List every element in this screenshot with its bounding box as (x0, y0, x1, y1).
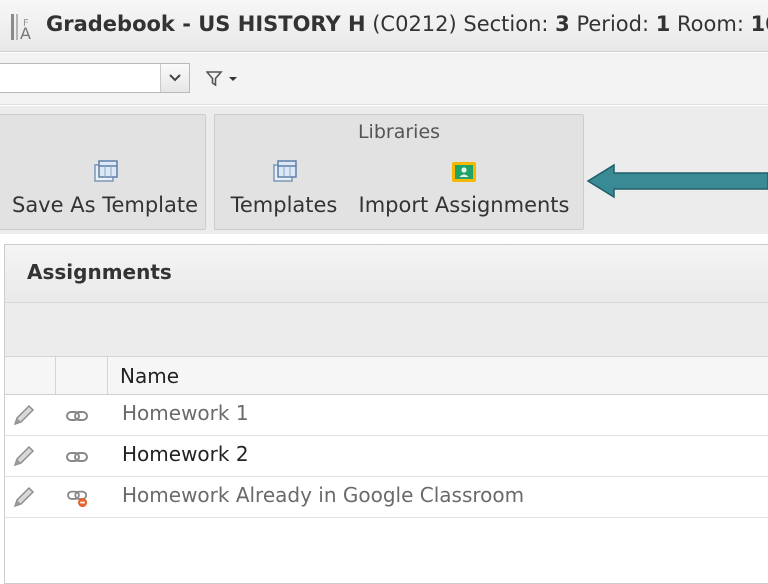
assignments-title: Assignments (27, 260, 172, 284)
assignments-toolbar (5, 303, 768, 357)
chevron-down-icon (169, 74, 181, 82)
templates-label: Templates (230, 193, 338, 217)
template-icon (273, 160, 297, 182)
page-title: Gradebook - US HISTORY H (C0212) Section… (46, 12, 768, 36)
combo-dropdown-button[interactable] (160, 64, 189, 92)
template-icon (94, 160, 118, 182)
import-assignments-button[interactable]: Import Assignments (357, 157, 571, 227)
pointer-arrow-icon (586, 163, 768, 199)
pencil-icon[interactable] (11, 484, 37, 510)
pencil-icon[interactable] (11, 443, 37, 469)
title-separator: - (174, 12, 199, 36)
window-titlebar: A F Gradebook - US HISTORY H (C0212) Sec… (0, 0, 768, 52)
column-divider[interactable] (107, 357, 108, 394)
pencil-icon[interactable] (11, 402, 37, 428)
link-warning-icon[interactable] (65, 488, 91, 508)
table-row[interactable]: Homework Already in Google Classroom (5, 477, 768, 518)
column-divider[interactable] (55, 357, 56, 394)
section-combo[interactable] (0, 63, 190, 93)
grid-header-row: Name (5, 357, 768, 395)
assignments-panel: Assignments Name Homework 1 Homework 2 H… (4, 244, 768, 584)
assignment-name[interactable]: Homework 1 (122, 401, 249, 425)
column-header-name[interactable]: Name (120, 364, 179, 388)
course-code: (C0212) (365, 12, 464, 36)
filter-bar (0, 53, 768, 105)
room-value: 10 (750, 12, 768, 36)
save-template-group: Save As Template (0, 114, 206, 230)
assignment-name[interactable]: Homework Already in Google Classroom (122, 483, 524, 507)
templates-button[interactable]: Templates (229, 157, 339, 227)
assignment-name[interactable]: Homework 2 (122, 442, 249, 466)
table-row[interactable]: Homework 2 (5, 436, 768, 477)
libraries-group: Libraries Templates Import Assignments (214, 114, 584, 230)
section-label: Section: (463, 12, 556, 36)
section-value: 3 (555, 12, 570, 36)
room-label: Room: (670, 12, 751, 36)
course-name: US HISTORY H (198, 12, 366, 36)
assignments-panel-header: Assignments (5, 245, 768, 303)
link-icon[interactable] (65, 406, 91, 426)
filter-button[interactable] (206, 67, 246, 91)
save-as-template-button[interactable]: Save As Template (7, 157, 203, 227)
app-name: Gradebook (46, 12, 175, 36)
period-label: Period: (569, 12, 656, 36)
filter-dropdown-icon (229, 77, 237, 81)
save-as-template-label: Save As Template (11, 193, 199, 217)
period-value: 1 (655, 12, 671, 36)
libraries-group-label: Libraries (357, 121, 441, 143)
google-classroom-icon (452, 162, 476, 182)
link-icon[interactable] (65, 447, 91, 467)
ribbon-toolbar: Save As Template Libraries Templates Imp… (0, 106, 768, 234)
svg-text:F: F (23, 18, 29, 29)
import-assignments-label: Import Assignments (358, 193, 570, 217)
gradebook-icon: A F (11, 14, 31, 42)
filter-icon (206, 71, 223, 87)
table-row[interactable]: Homework 1 (5, 395, 768, 436)
